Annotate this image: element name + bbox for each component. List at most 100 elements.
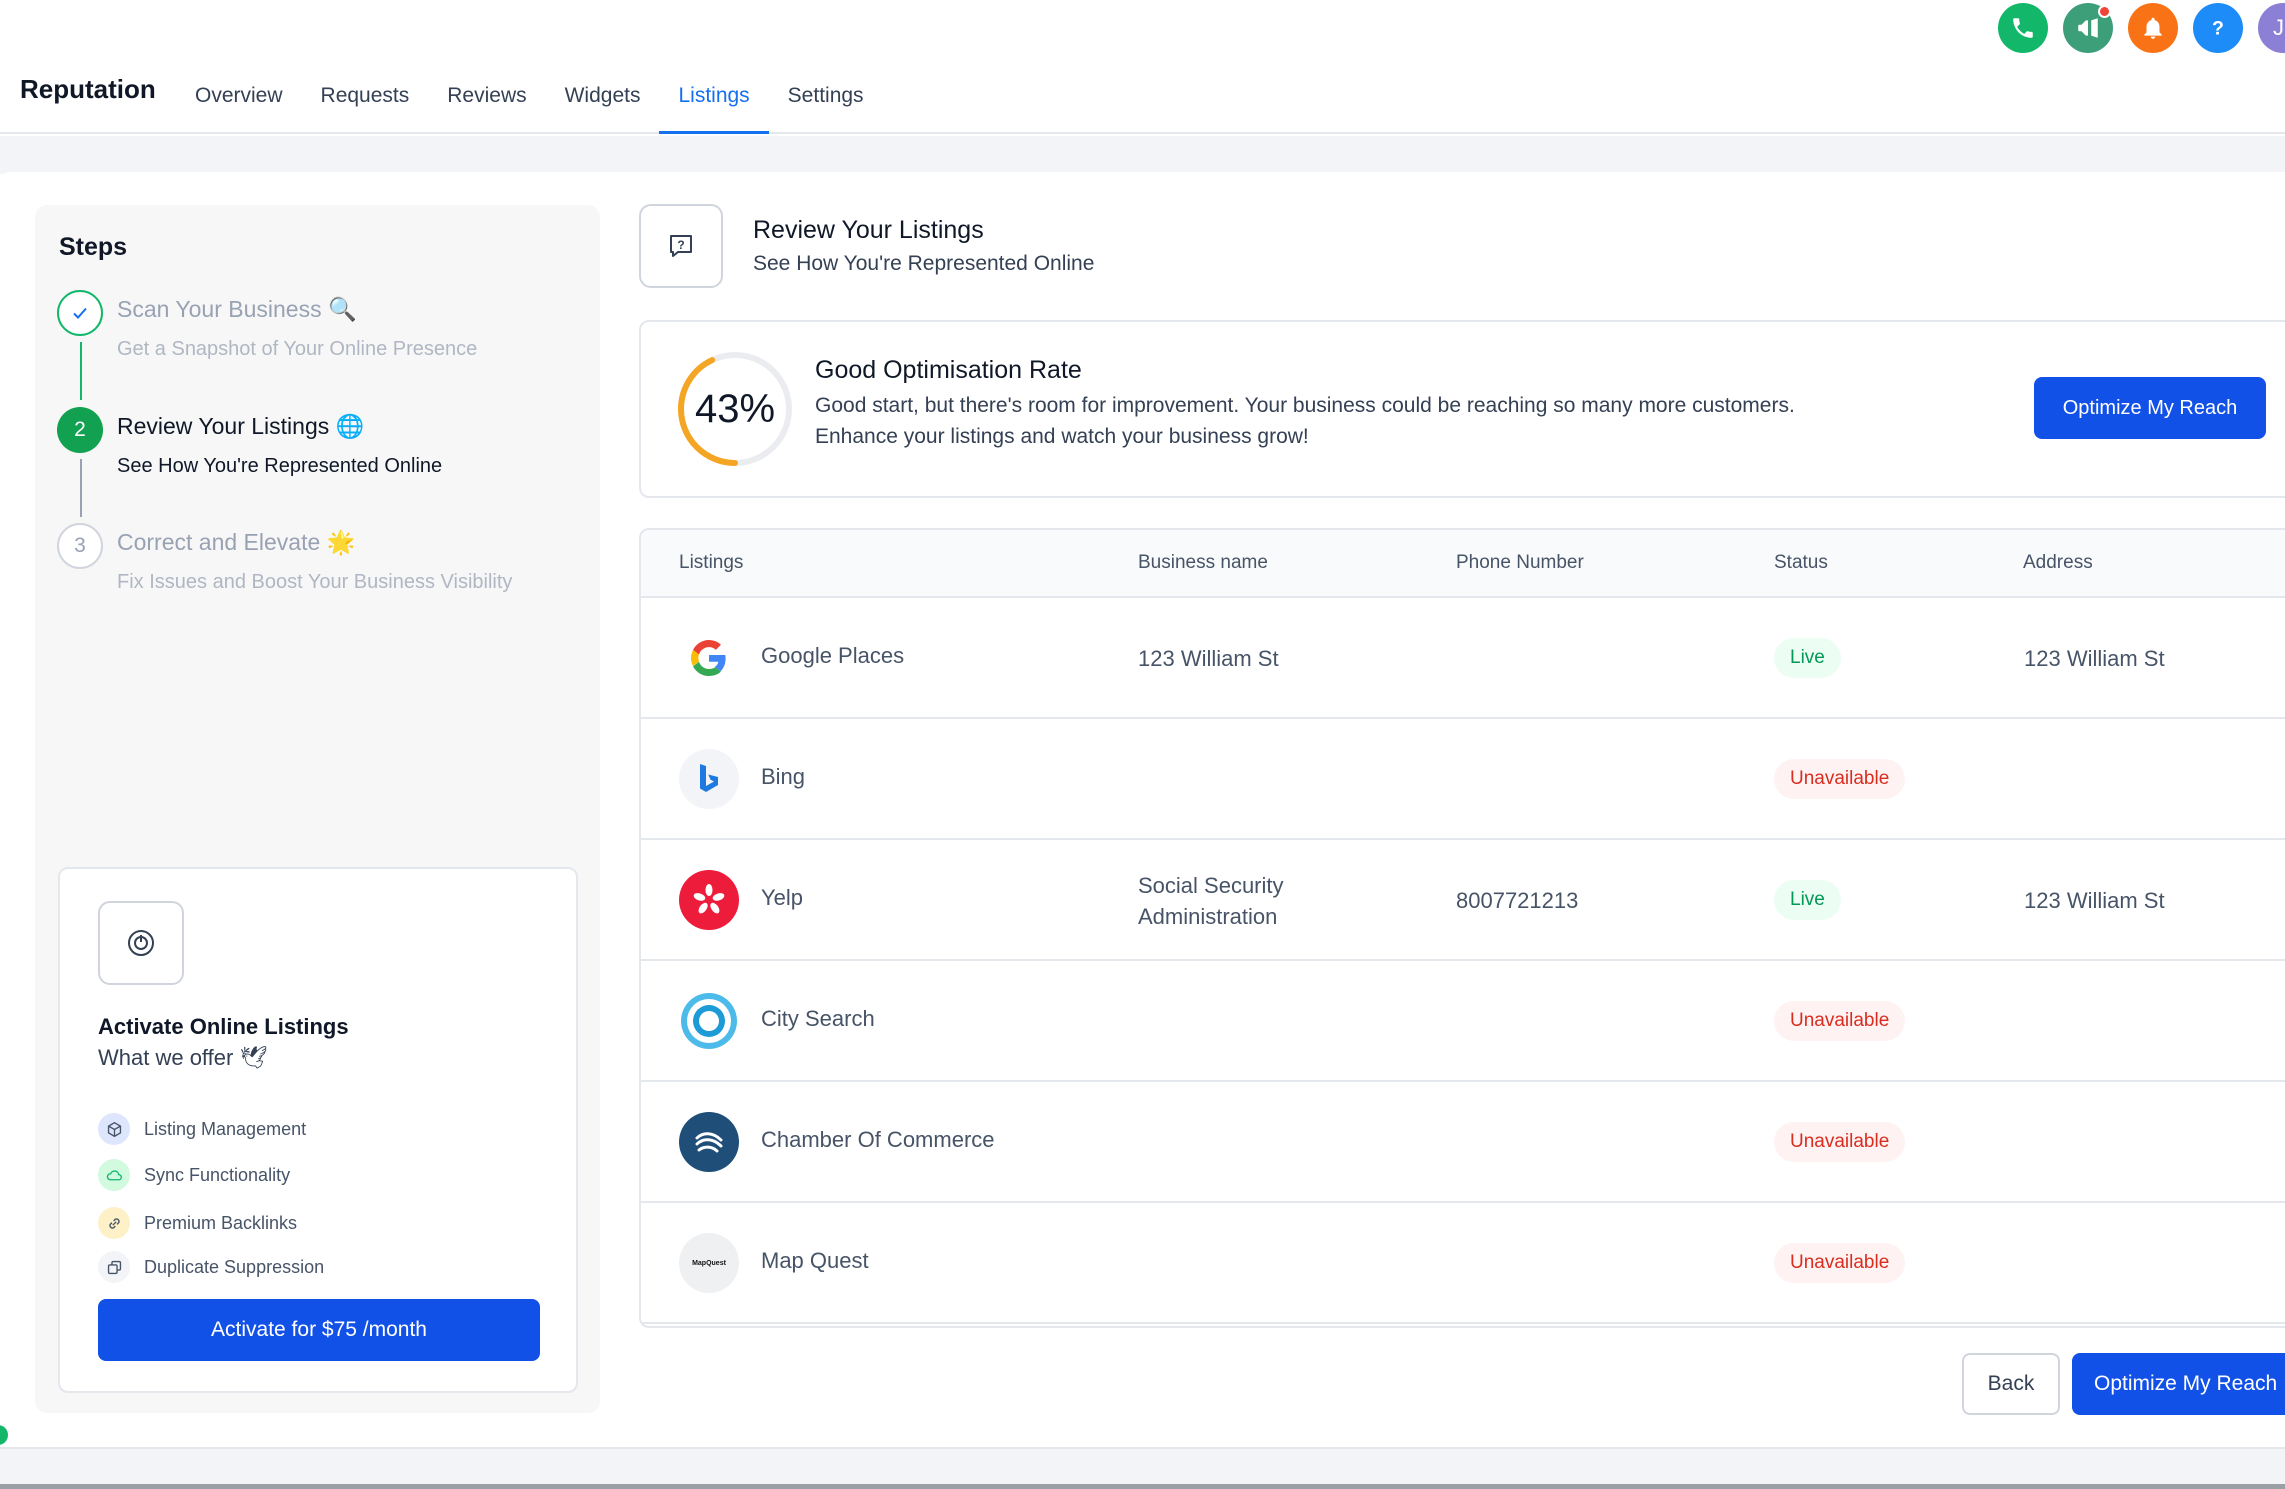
- listing-name: Chamber Of Commerce: [761, 1127, 995, 1152]
- content-header-band: [0, 136, 2285, 174]
- offer-subtitle: What we offer 🕊: [98, 1045, 268, 1070]
- copy-icon: [98, 1251, 130, 1283]
- table-header: Listings Business name Phone Number Stat…: [641, 530, 2285, 598]
- magnifier-emoji-icon: 🔍: [327, 296, 357, 322]
- svg-text:?: ?: [677, 238, 684, 252]
- optimisation-description: Good start, but there's room for improve…: [815, 394, 1795, 448]
- step-connector: [80, 459, 82, 517]
- business-name: 123 William St: [1138, 646, 1279, 671]
- business-name: Social Security Administration: [1138, 873, 1284, 929]
- feature-item: Duplicate Suppression: [98, 1251, 324, 1283]
- listings-table: Listings Business name Phone Number Stat…: [639, 528, 2285, 1328]
- top-bar: Reputation Overview Requests Reviews Wid…: [0, 0, 2285, 134]
- status-badge: Live: [1774, 880, 1841, 920]
- chamber-icon: [679, 1112, 739, 1172]
- announcements-button[interactable]: [2063, 3, 2113, 53]
- notification-dot: [2098, 5, 2111, 18]
- tab-overview[interactable]: Overview: [176, 60, 302, 132]
- offer-card: Activate Online Listings What we offer 🕊…: [58, 867, 578, 1393]
- bell-icon: [2144, 17, 2162, 39]
- cube-icon: [98, 1113, 130, 1145]
- star-emoji-icon: 🌟: [326, 529, 356, 555]
- table-row[interactable]: City Search Unavailable: [641, 961, 2285, 1082]
- feature-item: Listing Management: [98, 1113, 306, 1145]
- column-header-business-name: Business name: [1138, 552, 1268, 573]
- question-chat-icon: ?: [670, 235, 692, 257]
- tab-settings[interactable]: Settings: [769, 60, 883, 132]
- steps-title: Steps: [59, 233, 128, 261]
- tab-widgets[interactable]: Widgets: [546, 60, 660, 132]
- bottom-band: [0, 1447, 2285, 1489]
- step-connector: [80, 342, 82, 400]
- listing-name: Map Quest: [761, 1248, 869, 1273]
- tab-reviews[interactable]: Reviews: [428, 60, 545, 132]
- notifications-button[interactable]: [2128, 3, 2178, 53]
- step-title: Correct and Elevate 🌟: [117, 529, 356, 555]
- megaphone-icon: [2078, 18, 2098, 38]
- step-number: 2: [57, 407, 103, 453]
- bing-icon: [679, 749, 739, 809]
- phone-icon: [2013, 18, 2033, 38]
- optimisation-card: 43% Good Optimisation Rate Good start, b…: [639, 320, 2285, 498]
- status-badge: Live: [1774, 638, 1841, 678]
- table-row[interactable]: Bing Unavailable: [641, 719, 2285, 840]
- column-header-phone: Phone Number: [1456, 552, 1584, 573]
- status-badge: Unavailable: [1774, 1122, 1906, 1162]
- phone-number: 8007721213: [1456, 888, 1579, 913]
- help-button[interactable]: ?: [2193, 3, 2243, 53]
- svg-text:?: ?: [2212, 18, 2224, 40]
- table-row[interactable]: Google Places 123 William St Live 123 Wi…: [641, 598, 2285, 719]
- review-title: Review Your Listings: [753, 216, 984, 244]
- status-badge: Unavailable: [1774, 759, 1906, 799]
- status-badge: Unavailable: [1774, 1243, 1906, 1283]
- listing-name: Google Places: [761, 643, 905, 668]
- link-icon: [98, 1207, 130, 1239]
- table-row[interactable]: Yelp Social Security Administration 8007…: [641, 840, 2285, 961]
- step-title: Review Your Listings 🌐: [117, 413, 365, 439]
- cloud-icon: [98, 1159, 130, 1191]
- citysearch-icon: [679, 991, 739, 1051]
- table-row[interactable]: Chamber Of Commerce Unavailable: [641, 1082, 2285, 1203]
- step-number: 3: [57, 523, 103, 569]
- optimisation-title: Good Optimisation Rate: [815, 356, 1082, 384]
- avatar[interactable]: J: [2258, 3, 2285, 53]
- column-header-status: Status: [1774, 552, 1828, 573]
- back-button[interactable]: Back: [1962, 1353, 2060, 1415]
- check-icon: [73, 307, 87, 319]
- globe-emoji-icon: 🌐: [335, 413, 365, 439]
- power-icon: [128, 930, 154, 956]
- column-header-listings: Listings: [679, 552, 744, 573]
- step-subtitle: Get a Snapshot of Your Online Presence: [117, 338, 478, 360]
- phone-button[interactable]: [1998, 3, 2048, 53]
- optimize-reach-button[interactable]: Optimize My Reach: [2034, 377, 2266, 439]
- listing-name: Yelp: [761, 885, 804, 910]
- main-nav: Overview Requests Reviews Widgets Listin…: [176, 60, 883, 134]
- offer-title: Activate Online Listings: [98, 1014, 349, 1039]
- review-subtitle: See How You're Represented Online: [753, 252, 1095, 275]
- column-header-address: Address: [2023, 552, 2093, 573]
- feature-item: Premium Backlinks: [98, 1207, 297, 1239]
- mapquest-icon: MapQuest: [679, 1233, 739, 1293]
- optimize-reach-footer-button[interactable]: Optimize My Reach: [2072, 1353, 2285, 1415]
- address: 123 William St: [2024, 888, 2165, 913]
- steps-panel: Steps Scan Your Business 🔍 Get a Snapsho…: [35, 205, 600, 1413]
- tab-requests[interactable]: Requests: [302, 60, 429, 132]
- step-subtitle: See How You're Represented Online: [117, 455, 443, 477]
- google-icon: [679, 628, 739, 688]
- app-title: Reputation: [20, 74, 156, 104]
- help-icon: ?: [2212, 18, 2224, 40]
- listing-name: City Search: [761, 1006, 875, 1031]
- step-subtitle: Fix Issues and Boost Your Business Visib…: [117, 571, 513, 593]
- yelp-icon: [679, 870, 739, 930]
- listing-name: Bing: [761, 764, 806, 789]
- table-row[interactable]: MapQuest Map Quest Unavailable: [641, 1203, 2285, 1324]
- review-icon-box: ?: [639, 204, 723, 288]
- feature-item: Sync Functionality: [98, 1159, 290, 1191]
- top-icons: ? J: [1998, 3, 2285, 53]
- status-badge: Unavailable: [1774, 1001, 1906, 1041]
- step-complete-icon: [57, 290, 103, 336]
- optimisation-percent: 43%: [694, 386, 776, 431]
- tab-listings[interactable]: Listings: [659, 60, 769, 134]
- step-title: Scan Your Business 🔍: [117, 296, 357, 322]
- activate-button[interactable]: Activate for $75 /month: [98, 1299, 540, 1361]
